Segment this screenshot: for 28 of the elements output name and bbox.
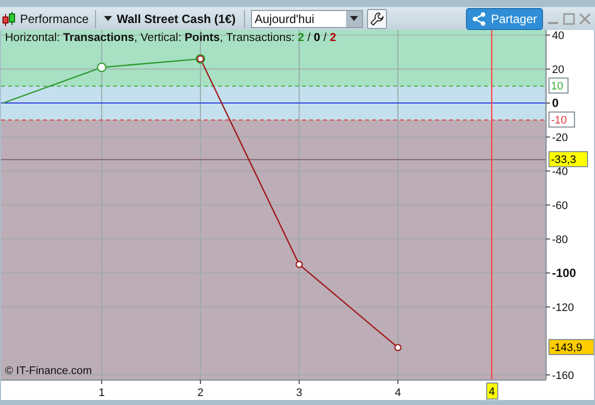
y-axis-label: -100: [552, 266, 576, 280]
y-axis-label: 0: [552, 96, 559, 110]
chart-info-text: Horizontal: Transactions, Vertical: Points, Transactions: 2 / 0 / 2: [5, 32, 336, 44]
x-axis-label: 2: [197, 387, 204, 399]
value-badge: -33,3: [548, 151, 588, 168]
copyright-text: © IT-Finance.com: [5, 365, 92, 377]
cursor-badge: 4: [486, 382, 498, 400]
y-axis-label: 20: [552, 64, 564, 76]
x-axis-label: 3: [296, 387, 302, 399]
y-axis-label: -160: [552, 370, 574, 382]
chart-title: Performance: [20, 12, 89, 26]
x-axis-label: 1: [98, 387, 105, 399]
instrument-selector[interactable]: Wall Street Cash (1€): [102, 12, 238, 26]
y-axis-label: -80: [552, 234, 568, 246]
ref-line-label: 10: [551, 80, 564, 93]
ref-line-label: -10: [551, 114, 567, 127]
period-dropdown[interactable]: Aujourd'hui: [250, 10, 363, 28]
y-axis-label: -20: [552, 132, 568, 144]
value-badge: 10: [548, 78, 568, 94]
share-button[interactable]: Partager: [466, 8, 543, 30]
value-badge: -143,9: [548, 339, 594, 356]
x-axis-label: 4: [394, 387, 401, 399]
ref-line-label: -33,3: [551, 154, 576, 166]
y-axis-label: -120: [552, 302, 574, 314]
y-axis-label: 40: [552, 30, 564, 42]
y-axis-label: -40: [552, 166, 568, 178]
value-badge: -10: [548, 112, 575, 128]
y-axis-label: -60: [552, 200, 568, 212]
